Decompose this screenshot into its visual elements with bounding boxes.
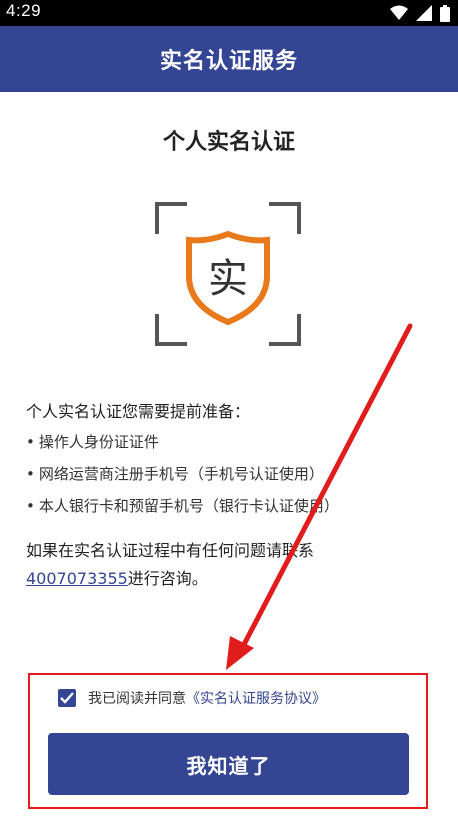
check-icon <box>60 692 74 704</box>
bullet-icon: • <box>26 465 35 483</box>
help-phone-link[interactable]: 4007073355 <box>26 569 128 588</box>
requirement-item: • 网络运营商注册手机号（手机号认证使用） <box>26 465 324 483</box>
emblem-character: 实 <box>208 256 248 302</box>
agreement-link[interactable]: 《实名认证服务协议》 <box>186 688 326 708</box>
help-text-line2: 4007073355进行咨询。 <box>26 565 208 589</box>
wifi-icon <box>390 5 408 20</box>
signal-icon <box>416 5 432 21</box>
help-suffix: 进行咨询。 <box>127 569 208 588</box>
status-time: 4:29 <box>6 1 42 20</box>
confirm-button[interactable]: 我知道了 <box>48 733 409 795</box>
bullet-icon: • <box>26 497 35 515</box>
page-title: 个人实名认证 <box>162 130 295 155</box>
requirement-item: • 本人银行卡和预留手机号（银行卡认证使用） <box>26 497 339 515</box>
battery-icon <box>440 4 450 22</box>
agreement-text: 我已阅读并同意 <box>88 691 186 707</box>
requirements-intro: 个人实名认证您需要提前准备： <box>26 402 251 421</box>
app-bar-title: 实名认证服务 <box>159 49 298 74</box>
agreement-row: 我已阅读并同意 《实名认证服务协议》 <box>58 688 326 708</box>
status-bar: 4:29 <box>0 0 458 26</box>
bullet-icon: • <box>26 433 35 451</box>
agreement-checkbox[interactable] <box>58 689 76 707</box>
app-bar: 实名认证服务 <box>0 26 458 92</box>
help-text: 如果在实名认证过程中有任何问题请联系 <box>26 541 315 560</box>
verification-emblem: 实 <box>155 202 301 346</box>
requirement-item: • 操作人身份证证件 <box>26 433 159 451</box>
status-icons <box>390 4 450 22</box>
